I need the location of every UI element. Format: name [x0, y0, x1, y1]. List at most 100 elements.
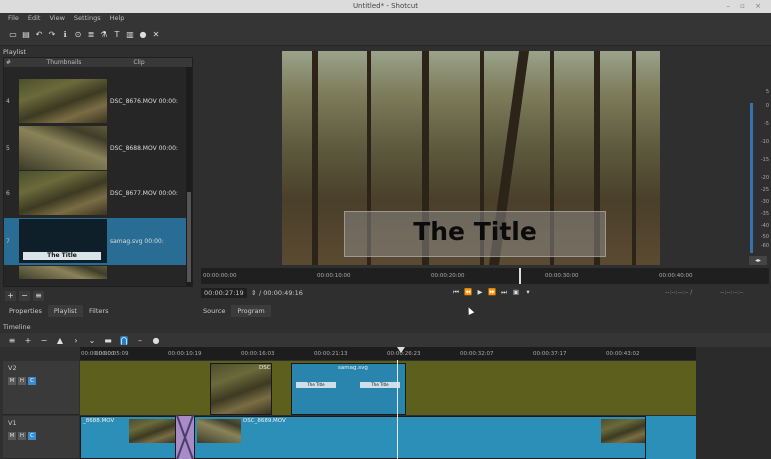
- history-icon[interactable]: ⊙: [73, 30, 83, 40]
- skip-start-button[interactable]: ⏮: [450, 288, 462, 297]
- track-header-v2[interactable]: V2 M H C: [3, 361, 79, 415]
- menu-file[interactable]: File: [8, 13, 19, 24]
- tab-program[interactable]: Program: [231, 305, 271, 317]
- timeline-clip[interactable]: DSC_8689.MOV: [194, 416, 646, 459]
- overwrite-icon[interactable]: ›: [72, 336, 80, 345]
- title-overlay-text: The Title: [413, 217, 537, 246]
- tab-playlist[interactable]: Playlist: [47, 305, 83, 317]
- transition-clip[interactable]: [176, 416, 194, 459]
- filters-icon[interactable]: ⚗: [99, 30, 109, 40]
- zoom-in-icon[interactable]: ●: [152, 336, 160, 345]
- playlist-row[interactable]: 5 DSC_8688.MOV 00:00:: [4, 125, 188, 172]
- transport-controls: ⏮ ⏪ ▶ ⏩ ⏭ ▣ ▾: [450, 288, 534, 297]
- fast-forward-button[interactable]: ⏩: [486, 288, 498, 297]
- track-v2[interactable]: DSC samag.svg The Title The Title: [80, 361, 696, 415]
- timeline-clip-title[interactable]: samag.svg The Title The Title: [291, 363, 406, 415]
- menu-view[interactable]: View: [49, 13, 64, 24]
- timeline-empty-area: [696, 347, 771, 459]
- track-header-v1[interactable]: V1 M H C: [3, 416, 79, 459]
- row-num: 4: [6, 98, 10, 105]
- composite-button[interactable]: C: [28, 377, 36, 385]
- lift-icon[interactable]: ▲: [56, 336, 64, 345]
- row-clip: DSC_8677.MOV 00:00:: [110, 190, 178, 197]
- viewer-playhead[interactable]: [519, 268, 521, 284]
- keyframes-icon[interactable]: ▥: [125, 30, 135, 40]
- mute-button[interactable]: M: [8, 377, 16, 385]
- duration-timecode: / 00:00:49:16: [259, 289, 303, 297]
- menu-settings[interactable]: Settings: [74, 13, 101, 24]
- zoom-out-icon[interactable]: –: [136, 336, 144, 345]
- playlist-menu-button[interactable]: ≡: [33, 291, 44, 301]
- timeline-playhead-marker[interactable]: [397, 347, 405, 353]
- open-icon[interactable]: ▭: [8, 30, 18, 40]
- track-v1[interactable]: _8688.MOV DSC_8689.MOV: [80, 416, 696, 459]
- tab-filters[interactable]: Filters: [83, 305, 114, 317]
- timeline-clip[interactable]: DSC: [210, 363, 272, 415]
- row-clip: DSC_8676.MOV 00:00:: [110, 98, 178, 105]
- clip-label: DSC: [259, 365, 271, 371]
- tab-properties[interactable]: Properties: [3, 305, 48, 317]
- playlist-row[interactable]: 6 DSC_8677.MOV 00:00:: [4, 170, 188, 217]
- timeline-tick: 00:00:32:07: [460, 351, 494, 357]
- timeline-playhead[interactable]: [397, 360, 398, 459]
- snap-icon[interactable]: ⋂: [120, 335, 128, 345]
- audio-meter: 5 0 -5 -10 -15 -20 -25 -30 -35 -40 -50 -…: [748, 83, 770, 255]
- play-button[interactable]: ▶: [474, 288, 486, 297]
- ruler-tick: 00:00:00:00: [203, 273, 237, 279]
- zoom-dropdown[interactable]: ▾: [522, 288, 534, 297]
- playlist-row[interactable]: 4 DSC_8676.MOV 00:00:: [4, 78, 188, 125]
- hide-button[interactable]: H: [18, 377, 26, 385]
- help-icon[interactable]: ●: [138, 30, 148, 40]
- meter-label: -40: [760, 223, 769, 229]
- clip-thumbnail: [601, 419, 645, 443]
- menu-help[interactable]: Help: [110, 13, 125, 24]
- col-num[interactable]: #: [4, 58, 19, 67]
- shotcut-window: Untitled* - Shotcut – ▫ × File Edit View…: [0, 0, 771, 459]
- col-clip[interactable]: Clip: [109, 58, 169, 67]
- menu-edit[interactable]: Edit: [28, 13, 41, 24]
- meter-label: -20: [760, 175, 769, 181]
- remove-icon[interactable]: −: [40, 336, 48, 345]
- insert-icon[interactable]: ⌄: [88, 336, 96, 345]
- append-icon[interactable]: +: [24, 336, 32, 345]
- row-num: 5: [6, 145, 10, 152]
- undo-icon[interactable]: ↶: [34, 30, 44, 40]
- playlist-scrollbar[interactable]: [186, 67, 192, 286]
- position-timecode[interactable]: 00:00:27:19: [201, 288, 247, 298]
- clip-thumbnail: [19, 79, 107, 123]
- hide-button[interactable]: H: [18, 432, 26, 440]
- meter-label: 5: [765, 89, 769, 95]
- scrollbar-thumb[interactable]: [187, 192, 191, 282]
- window-controls[interactable]: – ▫ ×: [726, 0, 765, 13]
- rewind-button[interactable]: ⏪: [462, 288, 474, 297]
- tab-source[interactable]: Source: [197, 305, 231, 317]
- clip-thumbnail: [197, 419, 241, 443]
- playlist-icon[interactable]: ≣: [86, 30, 96, 40]
- redo-icon[interactable]: ↷: [47, 30, 57, 40]
- clip-thumbnail: The Title: [19, 219, 107, 263]
- timeline-clip[interactable]: _8688.MOV: [80, 416, 176, 459]
- properties-icon[interactable]: ℹ: [60, 30, 70, 40]
- col-thumbnails[interactable]: Thumbnails: [19, 58, 109, 67]
- timeline-tick: 00:00:43:02: [606, 351, 640, 357]
- timeline-menu-icon[interactable]: ≡: [8, 336, 16, 345]
- meter-label: -15: [760, 157, 769, 163]
- add-clip-button[interactable]: +: [5, 291, 16, 301]
- save-icon[interactable]: ▤: [21, 30, 31, 40]
- split-icon[interactable]: ▬: [104, 336, 112, 345]
- skip-end-button[interactable]: ⏭: [498, 288, 510, 297]
- video-viewer[interactable]: The Title: [282, 51, 660, 265]
- meter-toggle-button[interactable]: ◂▸: [749, 256, 767, 265]
- timeline-ruler[interactable]: 00:00:00:00 00:00:05:09 00:00:10:19 00:0…: [80, 347, 696, 360]
- playlist-row-selected[interactable]: 7 The Title samag.svg 00:00:: [4, 218, 188, 265]
- mute-button[interactable]: M: [8, 432, 16, 440]
- ruler-tick: 00:00:30:00: [545, 273, 579, 279]
- playlist-row-partial[interactable]: [4, 265, 188, 279]
- zoom-button[interactable]: ▣: [510, 288, 522, 297]
- remove-clip-button[interactable]: −: [19, 291, 30, 301]
- close-icon[interactable]: ✕: [151, 30, 161, 40]
- viewer-ruler[interactable]: 00:00:00:00 00:00:10:00 00:00:20:00 00:0…: [201, 268, 769, 284]
- text-icon[interactable]: T: [112, 30, 122, 40]
- menu-bar: File Edit View Settings Help: [0, 13, 771, 24]
- composite-button[interactable]: C: [28, 432, 36, 440]
